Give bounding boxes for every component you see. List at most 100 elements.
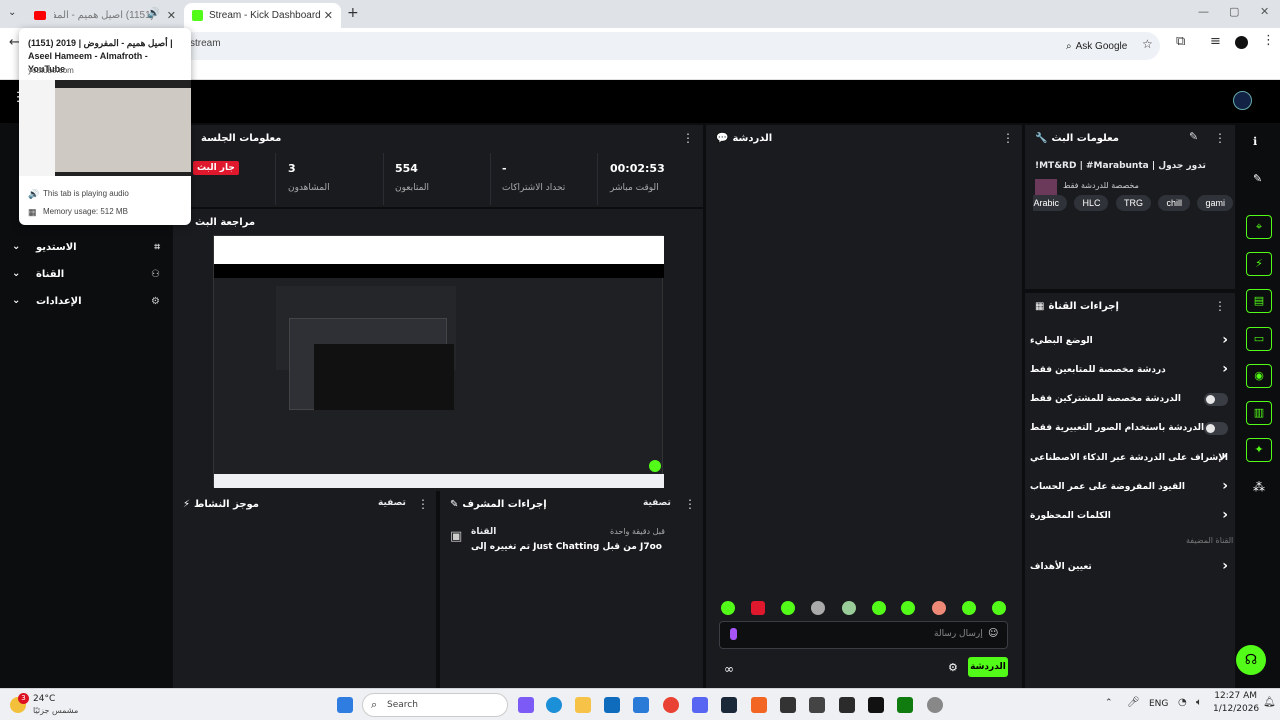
emote-icon[interactable] xyxy=(751,601,765,615)
windows-start-icon[interactable] xyxy=(337,697,353,713)
edit-pencil-icon[interactable]: ✎ xyxy=(1189,130,1198,143)
stream-preview-video[interactable] xyxy=(213,235,664,488)
bookmark-star-icon[interactable]: ☆ xyxy=(1142,37,1153,51)
account-age-row[interactable]: القيود المفروضة على عمر الحساب › xyxy=(1030,478,1228,500)
ai-moderation-row[interactable]: الإشراف على الدردشة عبر الذكاء الاصطناعي… xyxy=(1030,449,1228,471)
lightning-icon[interactable]: ⚡ xyxy=(1246,252,1272,276)
extensions-icon[interactable]: ⧉ xyxy=(1176,34,1185,49)
mod-filter-button[interactable]: تصفية xyxy=(643,498,671,508)
sidebar-item-settings[interactable]: ⌄ الإعدادات ⚙ xyxy=(12,295,160,311)
apps-icon[interactable]: ⁂ xyxy=(1253,480,1265,494)
panel-menu-icon[interactable]: ⋮ xyxy=(1214,131,1226,145)
taskbar-search-label: Search xyxy=(387,700,418,710)
emote-icon[interactable] xyxy=(992,601,1006,615)
emote-icon[interactable] xyxy=(842,601,856,615)
panel-menu-icon[interactable]: ⋮ xyxy=(1002,131,1014,145)
clock-date[interactable]: 1/12/2026 xyxy=(1213,704,1259,714)
maximize-icon[interactable]: ▢ xyxy=(1229,5,1239,18)
user-avatar[interactable] xyxy=(1233,91,1252,110)
tag-chip[interactable]: HLC xyxy=(1074,195,1109,211)
focus-icon[interactable]: ⌖ xyxy=(1246,215,1272,239)
chat-input[interactable]: إرسال رسالة ☺ xyxy=(719,621,1008,649)
profile-avatar[interactable] xyxy=(1235,36,1248,49)
emote-icon[interactable] xyxy=(811,601,825,615)
panel-menu-icon[interactable]: ⋮ xyxy=(684,497,696,511)
file-explorer-icon[interactable] xyxy=(575,697,591,713)
microphone-icon[interactable]: 🎤︎ xyxy=(1127,697,1140,708)
address-bar[interactable]: stream ⌕ Ask Google ☆ xyxy=(180,32,1160,60)
tab-search-chevron-icon[interactable]: ⌄ xyxy=(8,7,16,18)
chrome-icon[interactable] xyxy=(663,697,679,713)
emoji-icon[interactable]: ☺ xyxy=(988,628,998,639)
speaker-icon[interactable]: 🔊 xyxy=(148,8,160,19)
emote-icon[interactable] xyxy=(962,601,976,615)
xbox-icon[interactable] xyxy=(897,697,913,713)
copilot-icon[interactable] xyxy=(518,697,534,713)
banned-words-row[interactable]: الكلمات المحظورة › xyxy=(1030,507,1228,529)
settings-icon[interactable] xyxy=(927,697,943,713)
panel-menu-icon[interactable]: ⋮ xyxy=(417,497,429,511)
app-icon[interactable] xyxy=(751,697,767,713)
app-icon[interactable] xyxy=(839,697,855,713)
notifications-bell-icon[interactable]: 🔔︎ xyxy=(1263,697,1276,708)
app-icon[interactable] xyxy=(809,697,825,713)
layout-icon[interactable]: ▥ xyxy=(1246,401,1272,425)
store-icon[interactable] xyxy=(604,697,620,713)
info-icon[interactable]: ℹ xyxy=(1253,135,1257,148)
weather-widget[interactable]: 3 24°C مشمس جزئيًا xyxy=(6,693,126,717)
clock-time[interactable]: 12:27 AM xyxy=(1213,691,1257,701)
slow-mode-row[interactable]: الوضع البطيء › xyxy=(1030,332,1228,354)
tool-icon[interactable]: ✦ xyxy=(1246,438,1272,462)
panel-menu-icon[interactable]: ⋮ xyxy=(682,131,694,145)
menu-dots-icon[interactable]: ⋮ xyxy=(1262,33,1275,48)
discord-icon[interactable] xyxy=(692,697,708,713)
document-icon[interactable]: ▤ xyxy=(1246,289,1272,313)
mic-icon[interactable] xyxy=(730,628,737,640)
tag-chip[interactable]: Arabic xyxy=(1033,195,1067,211)
subscribers-only-toggle[interactable] xyxy=(1204,393,1228,406)
tag-chip[interactable]: TRG xyxy=(1115,195,1151,211)
obs-icon[interactable] xyxy=(780,697,796,713)
tab-youtube[interactable]: (1151) أصيل هميم - المفروض 🔊 ✕ xyxy=(26,3,184,28)
wifi-icon[interactable]: ◔ xyxy=(1178,697,1187,708)
weather-desc: مشمس جزئيًا xyxy=(33,706,79,715)
activity-filter-button[interactable]: تصفية xyxy=(378,498,406,508)
taskbar-search[interactable]: ⌕ Search xyxy=(362,693,508,717)
emote-only-toggle[interactable] xyxy=(1204,422,1228,435)
emote-icon[interactable] xyxy=(721,601,735,615)
chat-icon[interactable]: ▭ xyxy=(1246,327,1272,351)
infinity-icon[interactable]: ∞ xyxy=(724,662,734,676)
followers-only-row[interactable]: دردشة مخصصة للمتابعين فقط › xyxy=(1030,361,1228,383)
new-tab-icon[interactable]: + xyxy=(347,5,359,21)
chat-send-button[interactable]: الدردشة xyxy=(968,657,1008,677)
volume-icon[interactable]: 🔈︎ xyxy=(1196,697,1202,708)
mod-entry-title: القناة xyxy=(471,527,497,537)
tray-chevron-icon[interactable]: ⌃ xyxy=(1105,698,1113,708)
language-indicator[interactable]: ENG xyxy=(1149,699,1168,709)
set-goals-row[interactable]: تعيين الأهداف › xyxy=(1030,558,1228,580)
edge-icon[interactable] xyxy=(546,697,562,713)
sidebar-item-studio[interactable]: ⌄ الاستديو ⌗ xyxy=(12,241,160,257)
minimize-icon[interactable]: — xyxy=(1198,5,1209,18)
emote-icon[interactable] xyxy=(872,601,886,615)
capcut-icon[interactable] xyxy=(868,697,884,713)
help-support-icon[interactable]: ☊ xyxy=(1236,645,1266,675)
sidebar-item-channel[interactable]: ⌄ القناة ⚇ xyxy=(12,268,160,284)
tab-kick-dashboard[interactable]: Stream - Kick Dashboard ✕ xyxy=(184,3,341,28)
tag-chip[interactable]: gami xyxy=(1197,195,1233,211)
emote-icon[interactable] xyxy=(781,601,795,615)
panel-menu-icon[interactable]: ⋮ xyxy=(1214,299,1226,313)
media-control-icon[interactable]: ≡ xyxy=(1210,34,1221,49)
tag-chip[interactable]: chill xyxy=(1158,195,1190,211)
edit-icon[interactable]: ✎ xyxy=(1253,172,1262,185)
chat-settings-icon[interactable]: ⚙ xyxy=(948,661,958,674)
close-tab-icon[interactable]: ✕ xyxy=(167,9,176,22)
steam-icon[interactable] xyxy=(721,697,737,713)
emote-icon[interactable] xyxy=(901,601,915,615)
close-window-icon[interactable]: ✕ xyxy=(1260,5,1269,18)
emote-icon[interactable] xyxy=(932,601,946,615)
outlook-icon[interactable] xyxy=(633,697,649,713)
close-tab-icon[interactable]: ✕ xyxy=(324,9,333,22)
broadcast-icon[interactable]: ◉ xyxy=(1246,364,1272,388)
ask-google-button[interactable]: ⌕ Ask Google xyxy=(1066,36,1127,56)
